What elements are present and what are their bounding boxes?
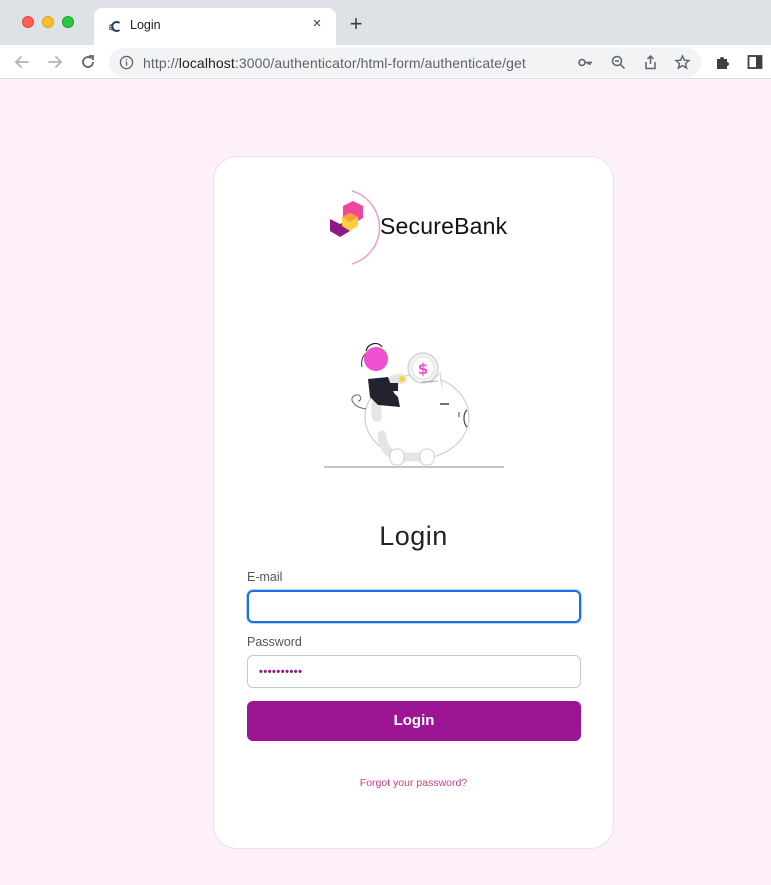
email-label: E-mail	[247, 570, 283, 584]
window-maximize-button[interactable]	[62, 16, 74, 28]
extensions-puzzle-icon[interactable]	[714, 53, 732, 71]
window-close-button[interactable]	[22, 16, 34, 28]
browser-toolbar: http://localhost:3000/authenticator/html…	[0, 45, 771, 79]
tab-title: Login	[130, 18, 161, 32]
reload-icon[interactable]	[78, 52, 98, 72]
login-button[interactable]: Login	[247, 701, 581, 741]
site-info-icon[interactable]	[119, 55, 134, 70]
browser-tab-bar: Login × +	[0, 0, 771, 45]
url-prefix: http://	[143, 55, 179, 71]
email-field[interactable]	[247, 590, 581, 623]
piggy-bank-illustration: $	[324, 342, 504, 468]
key-icon[interactable]	[577, 54, 594, 71]
browser-tab[interactable]: Login ×	[94, 8, 336, 45]
forgot-password-link[interactable]: Forgot your password?	[214, 777, 613, 789]
bookmark-star-icon[interactable]	[674, 54, 691, 71]
app-favicon-icon	[108, 21, 121, 32]
page-background: SecureBank $ Login E-mail Password •••••…	[0, 80, 771, 885]
window-minimize-button[interactable]	[42, 16, 54, 28]
password-mask: ••••••••••	[259, 666, 303, 678]
address-bar[interactable]: http://localhost:3000/authenticator/html…	[109, 48, 701, 77]
url-host: localhost	[178, 55, 235, 71]
zoom-icon[interactable]	[610, 54, 627, 71]
password-label: Password	[247, 635, 302, 649]
login-card: SecureBank $ Login E-mail Password •••••…	[213, 156, 614, 849]
side-panel-icon[interactable]	[746, 53, 764, 71]
url-text: http://localhost:3000/authenticator/html…	[143, 55, 526, 71]
securebank-logo: SecureBank	[314, 186, 514, 266]
url-path: :3000/authenticator/html-form/authentica…	[234, 55, 526, 71]
new-tab-button[interactable]: +	[345, 13, 367, 36]
share-icon[interactable]	[642, 54, 659, 71]
login-heading: Login	[379, 521, 448, 551]
brand-name: SecureBank	[380, 213, 508, 239]
back-arrow-icon[interactable]	[12, 52, 32, 72]
password-field[interactable]: ••••••••••	[247, 655, 581, 688]
forward-arrow-icon[interactable]	[45, 52, 65, 72]
svg-text:$: $	[418, 360, 428, 378]
tab-close-icon[interactable]: ×	[308, 15, 326, 33]
